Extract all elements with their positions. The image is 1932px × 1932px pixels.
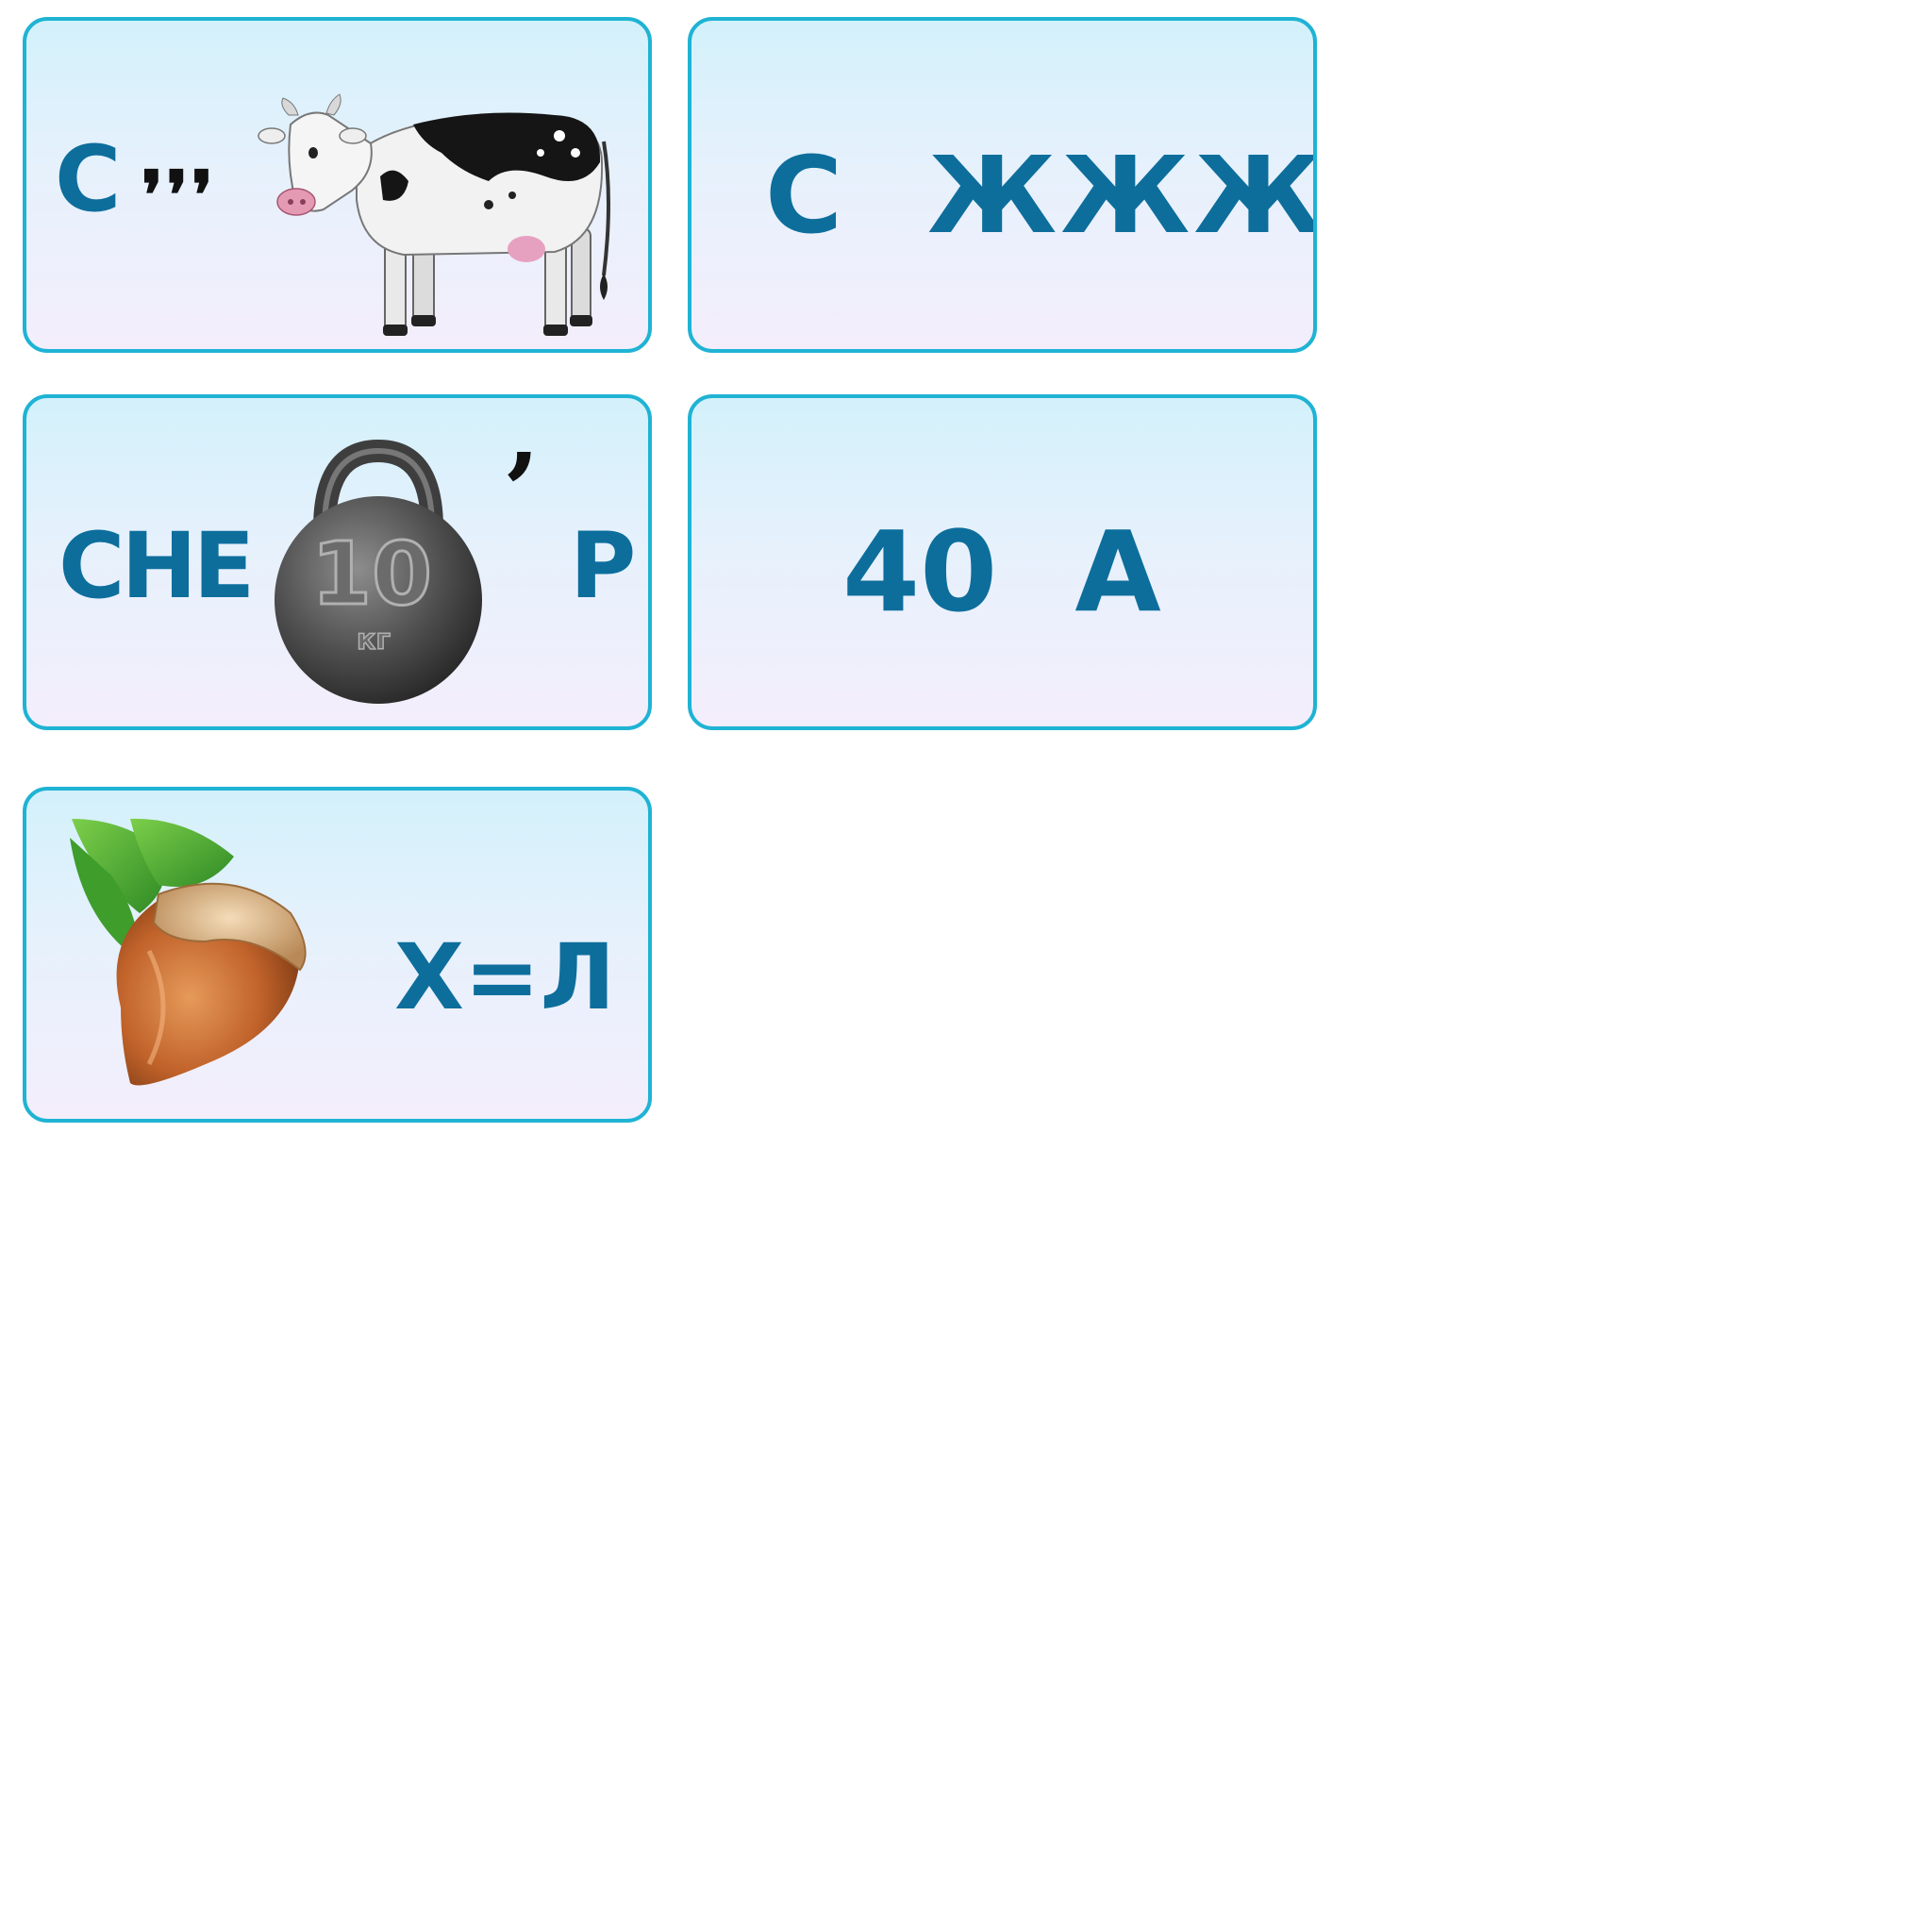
rebus-prefix: СНЕ bbox=[58, 513, 255, 619]
hazelnut-icon bbox=[70, 818, 307, 1086]
rebus-commas: ❜❜❜ bbox=[142, 156, 217, 234]
cow-icon bbox=[258, 93, 610, 336]
rebus-card-2[interactable]: С ЖЖЖ bbox=[688, 17, 1317, 353]
rebus-card-4[interactable]: 40 А bbox=[688, 394, 1317, 730]
rebus-text: 40 А bbox=[842, 507, 1161, 637]
rebus-suffix: Р bbox=[570, 513, 637, 619]
weight-number: 10 bbox=[311, 524, 432, 625]
rebus-card-3[interactable]: СНЕ 10 кг ’ Р bbox=[23, 394, 652, 730]
rebus-letter-s: С bbox=[55, 126, 122, 232]
rebus-text: С ЖЖЖ bbox=[765, 135, 1317, 258]
rebus-apostrophe: ’ bbox=[503, 430, 540, 552]
weight-icon: 10 кг bbox=[275, 439, 482, 704]
rebus-suffix: Х=Л bbox=[394, 924, 616, 1030]
rebus-card-1[interactable]: С ❜❜❜ bbox=[23, 17, 652, 353]
weight-unit: кг bbox=[357, 624, 391, 657]
rebus-card-5[interactable]: Х=Л bbox=[23, 787, 652, 1123]
